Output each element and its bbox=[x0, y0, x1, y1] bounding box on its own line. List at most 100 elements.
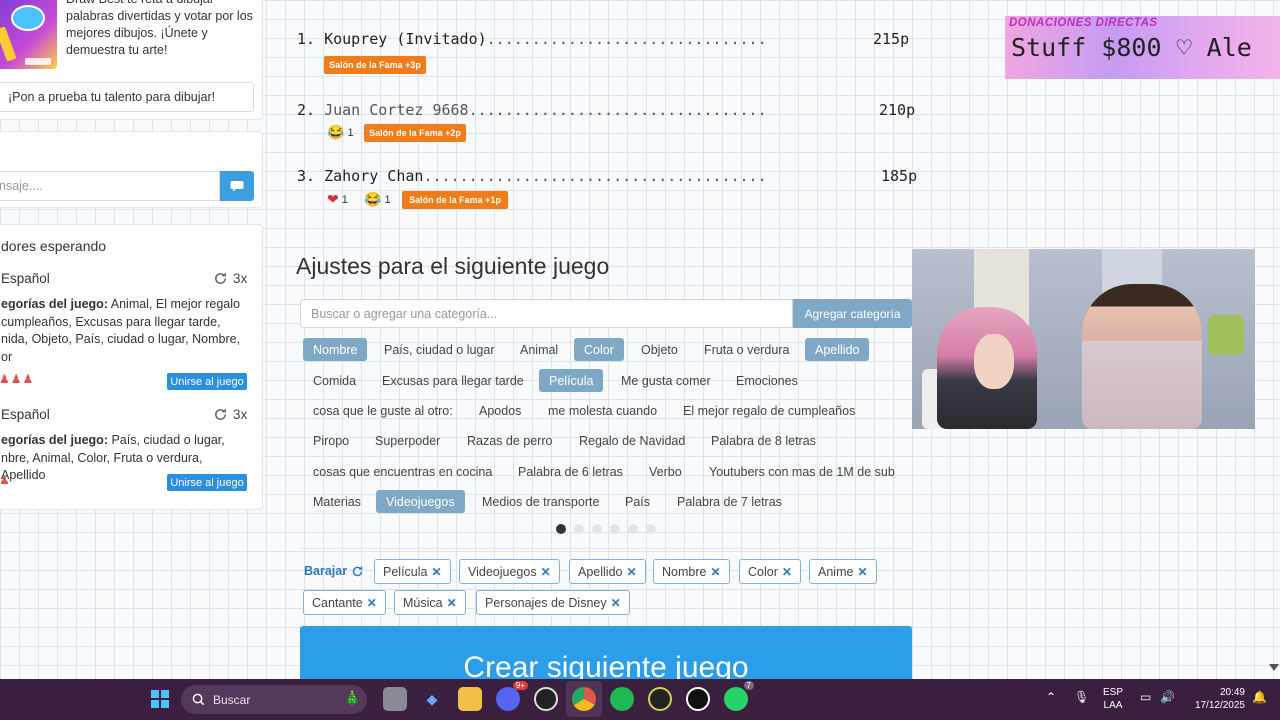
laughing-emoji-icon: 😂 bbox=[327, 124, 345, 140]
whatsapp-icon[interactable]: 7 bbox=[724, 681, 754, 711]
category-chip[interactable]: Materias bbox=[303, 490, 371, 513]
hall-of-fame-badge: Salón de la Fama +1p bbox=[402, 191, 508, 209]
app-icon[interactable] bbox=[686, 687, 710, 711]
category-chip[interactable]: Apodos bbox=[469, 399, 531, 422]
app-icon[interactable]: ◆ bbox=[420, 687, 444, 711]
taskbar-search[interactable]: Buscar 🎄 bbox=[181, 685, 367, 714]
selected-category-chip: Color ✕ bbox=[739, 559, 801, 584]
remove-category-icon[interactable]: ✕ bbox=[447, 596, 457, 610]
refresh-icon bbox=[352, 566, 363, 576]
category-chip[interactable]: Regalo de Navidad bbox=[569, 429, 695, 452]
category-chip[interactable]: Verbo bbox=[639, 460, 692, 483]
microphone-icon[interactable]: 🎙 bbox=[1074, 691, 1089, 704]
display-icon[interactable]: ▭ bbox=[1140, 691, 1151, 704]
category-chip[interactable]: Palabra de 7 letras bbox=[667, 490, 792, 513]
send-message-button[interactable] bbox=[220, 171, 254, 201]
task-view-icon[interactable] bbox=[383, 687, 407, 711]
player-name: Zahory Chan bbox=[324, 167, 424, 185]
join-game-button[interactable]: Unirse al juego bbox=[167, 474, 247, 491]
selected-category-label: Videojuegos bbox=[468, 564, 537, 579]
players-icons: ♟♟♟ bbox=[0, 372, 35, 386]
category-chip[interactable]: País, ciudad o lugar bbox=[374, 338, 505, 361]
remove-category-icon[interactable]: ✕ bbox=[710, 565, 720, 579]
remove-category-icon[interactable]: ✕ bbox=[541, 565, 551, 579]
category-chip[interactable]: Fruta o verdura bbox=[694, 338, 799, 361]
create-next-game-label: Crear siguiente juego bbox=[463, 651, 749, 679]
category-search-input[interactable]: Buscar o agregar una categoría... bbox=[300, 299, 793, 328]
category-chip[interactable]: Objeto bbox=[631, 338, 688, 361]
category-chip[interactable]: Nombre bbox=[303, 338, 368, 361]
category-chip[interactable]: cosa que le guste al otro: bbox=[303, 399, 463, 422]
remove-category-icon[interactable]: ✕ bbox=[611, 596, 621, 610]
whatsapp-badge: 7 bbox=[743, 681, 754, 690]
pager-dot[interactable] bbox=[592, 524, 602, 534]
pager-dot[interactable] bbox=[646, 524, 656, 534]
category-chip[interactable]: País bbox=[615, 490, 660, 513]
category-chip[interactable]: me molesta cuando bbox=[538, 399, 667, 422]
draw-talent-button[interactable]: ¡Pon a prueba tu talento para dibujar! bbox=[0, 82, 254, 112]
category-chip[interactable]: Superpoder bbox=[365, 429, 450, 452]
category-chip[interactable]: Palabra de 6 letras bbox=[508, 460, 633, 483]
waiting-players-title: dores esperando bbox=[1, 238, 107, 254]
category-chip[interactable]: Emociones bbox=[726, 369, 808, 392]
category-chip[interactable]: El mejor regalo de cumpleaños bbox=[673, 399, 865, 422]
category-chip[interactable]: Youtubers con mas de 1M de sub bbox=[699, 460, 905, 483]
category-chip[interactable]: Me gusta comer bbox=[611, 369, 721, 392]
pager-dot[interactable] bbox=[556, 524, 566, 534]
clock[interactable]: 20:49 17/12/2025 bbox=[1183, 686, 1245, 712]
create-next-game-button[interactable]: Crear siguiente juego bbox=[300, 626, 912, 679]
chat-message-input[interactable]: nsaje.... bbox=[0, 171, 220, 201]
player-points: 185p bbox=[881, 167, 918, 185]
heart-icon: ❤ bbox=[327, 191, 339, 207]
hall-of-fame-badge: Salón de la Fama +2p bbox=[364, 124, 466, 142]
pager-dot[interactable] bbox=[574, 524, 584, 534]
discord-icon[interactable]: 9+ bbox=[496, 681, 528, 711]
pager-dot[interactable] bbox=[610, 524, 620, 534]
player-name: Juan Cortez 9668 bbox=[324, 101, 469, 119]
reaction-count: 1 bbox=[341, 193, 348, 206]
chat-bubble-icon bbox=[230, 181, 244, 192]
spotify-icon[interactable] bbox=[610, 687, 634, 711]
ranking-row: 1. Kouprey (Invitado)...................… bbox=[297, 30, 767, 48]
category-chip[interactable]: Excusas para llegar tarde bbox=[372, 369, 534, 392]
remove-category-icon[interactable]: ✕ bbox=[782, 565, 792, 579]
shuffle-button[interactable]: Barajar bbox=[304, 564, 364, 578]
category-chip[interactable]: Animal bbox=[510, 338, 568, 361]
settings-title: Ajustes para el siguiente juego bbox=[296, 253, 610, 279]
keyboard-language[interactable]: ESP LAA bbox=[1101, 686, 1125, 712]
file-explorer-icon[interactable] bbox=[458, 687, 482, 711]
player-points: 210p bbox=[879, 101, 916, 119]
remove-category-icon[interactable]: ✕ bbox=[367, 596, 377, 610]
remove-category-icon[interactable]: ✕ bbox=[857, 565, 867, 579]
app-icon[interactable] bbox=[534, 687, 558, 711]
rank-dots: ...................................... bbox=[423, 167, 767, 185]
category-chip[interactable]: Videojuegos bbox=[376, 490, 465, 513]
category-chip[interactable]: cosas que encuentras en cocina bbox=[303, 460, 502, 483]
category-chip[interactable]: Piropo bbox=[303, 429, 359, 452]
refresh-icon bbox=[215, 408, 226, 420]
scroll-down-arrow[interactable] bbox=[1269, 664, 1279, 671]
speaker-icon[interactable]: 🔊 bbox=[1160, 691, 1175, 704]
game-multiplier: 3x bbox=[213, 271, 247, 286]
add-category-button[interactable]: Agregar categoría bbox=[793, 299, 912, 328]
category-chip[interactable]: Color bbox=[574, 338, 624, 361]
game-multiplier: 3x bbox=[213, 407, 247, 422]
remove-category-icon[interactable]: ✕ bbox=[626, 565, 636, 579]
windows-start-icon[interactable] bbox=[148, 687, 172, 711]
selected-category-label: Nombre bbox=[662, 564, 707, 579]
category-chip[interactable]: Comida bbox=[303, 369, 366, 392]
remove-category-icon[interactable]: ✕ bbox=[431, 565, 441, 579]
promo-card: Draw Best te reta a dibujar palabras div… bbox=[0, 0, 263, 120]
donation-title: DONACIONES DIRECTAS bbox=[1009, 17, 1158, 29]
app-icon[interactable] bbox=[648, 687, 672, 711]
notification-icon[interactable]: 🔔 bbox=[1252, 691, 1267, 704]
join-game-button[interactable]: Unirse al juego bbox=[167, 373, 247, 390]
category-chip[interactable]: Palabra de 8 letras bbox=[701, 429, 826, 452]
category-chip[interactable]: Medios de transporte bbox=[472, 490, 609, 513]
category-chip[interactable]: Película bbox=[539, 369, 604, 392]
pager-dot[interactable] bbox=[628, 524, 638, 534]
tray-overflow-icon[interactable]: ⌃ bbox=[1046, 691, 1056, 704]
category-chip[interactable]: Razas de perro bbox=[457, 429, 562, 452]
categories-label: egorías del juego: bbox=[1, 433, 108, 447]
category-chip[interactable]: Apellido bbox=[805, 338, 870, 361]
